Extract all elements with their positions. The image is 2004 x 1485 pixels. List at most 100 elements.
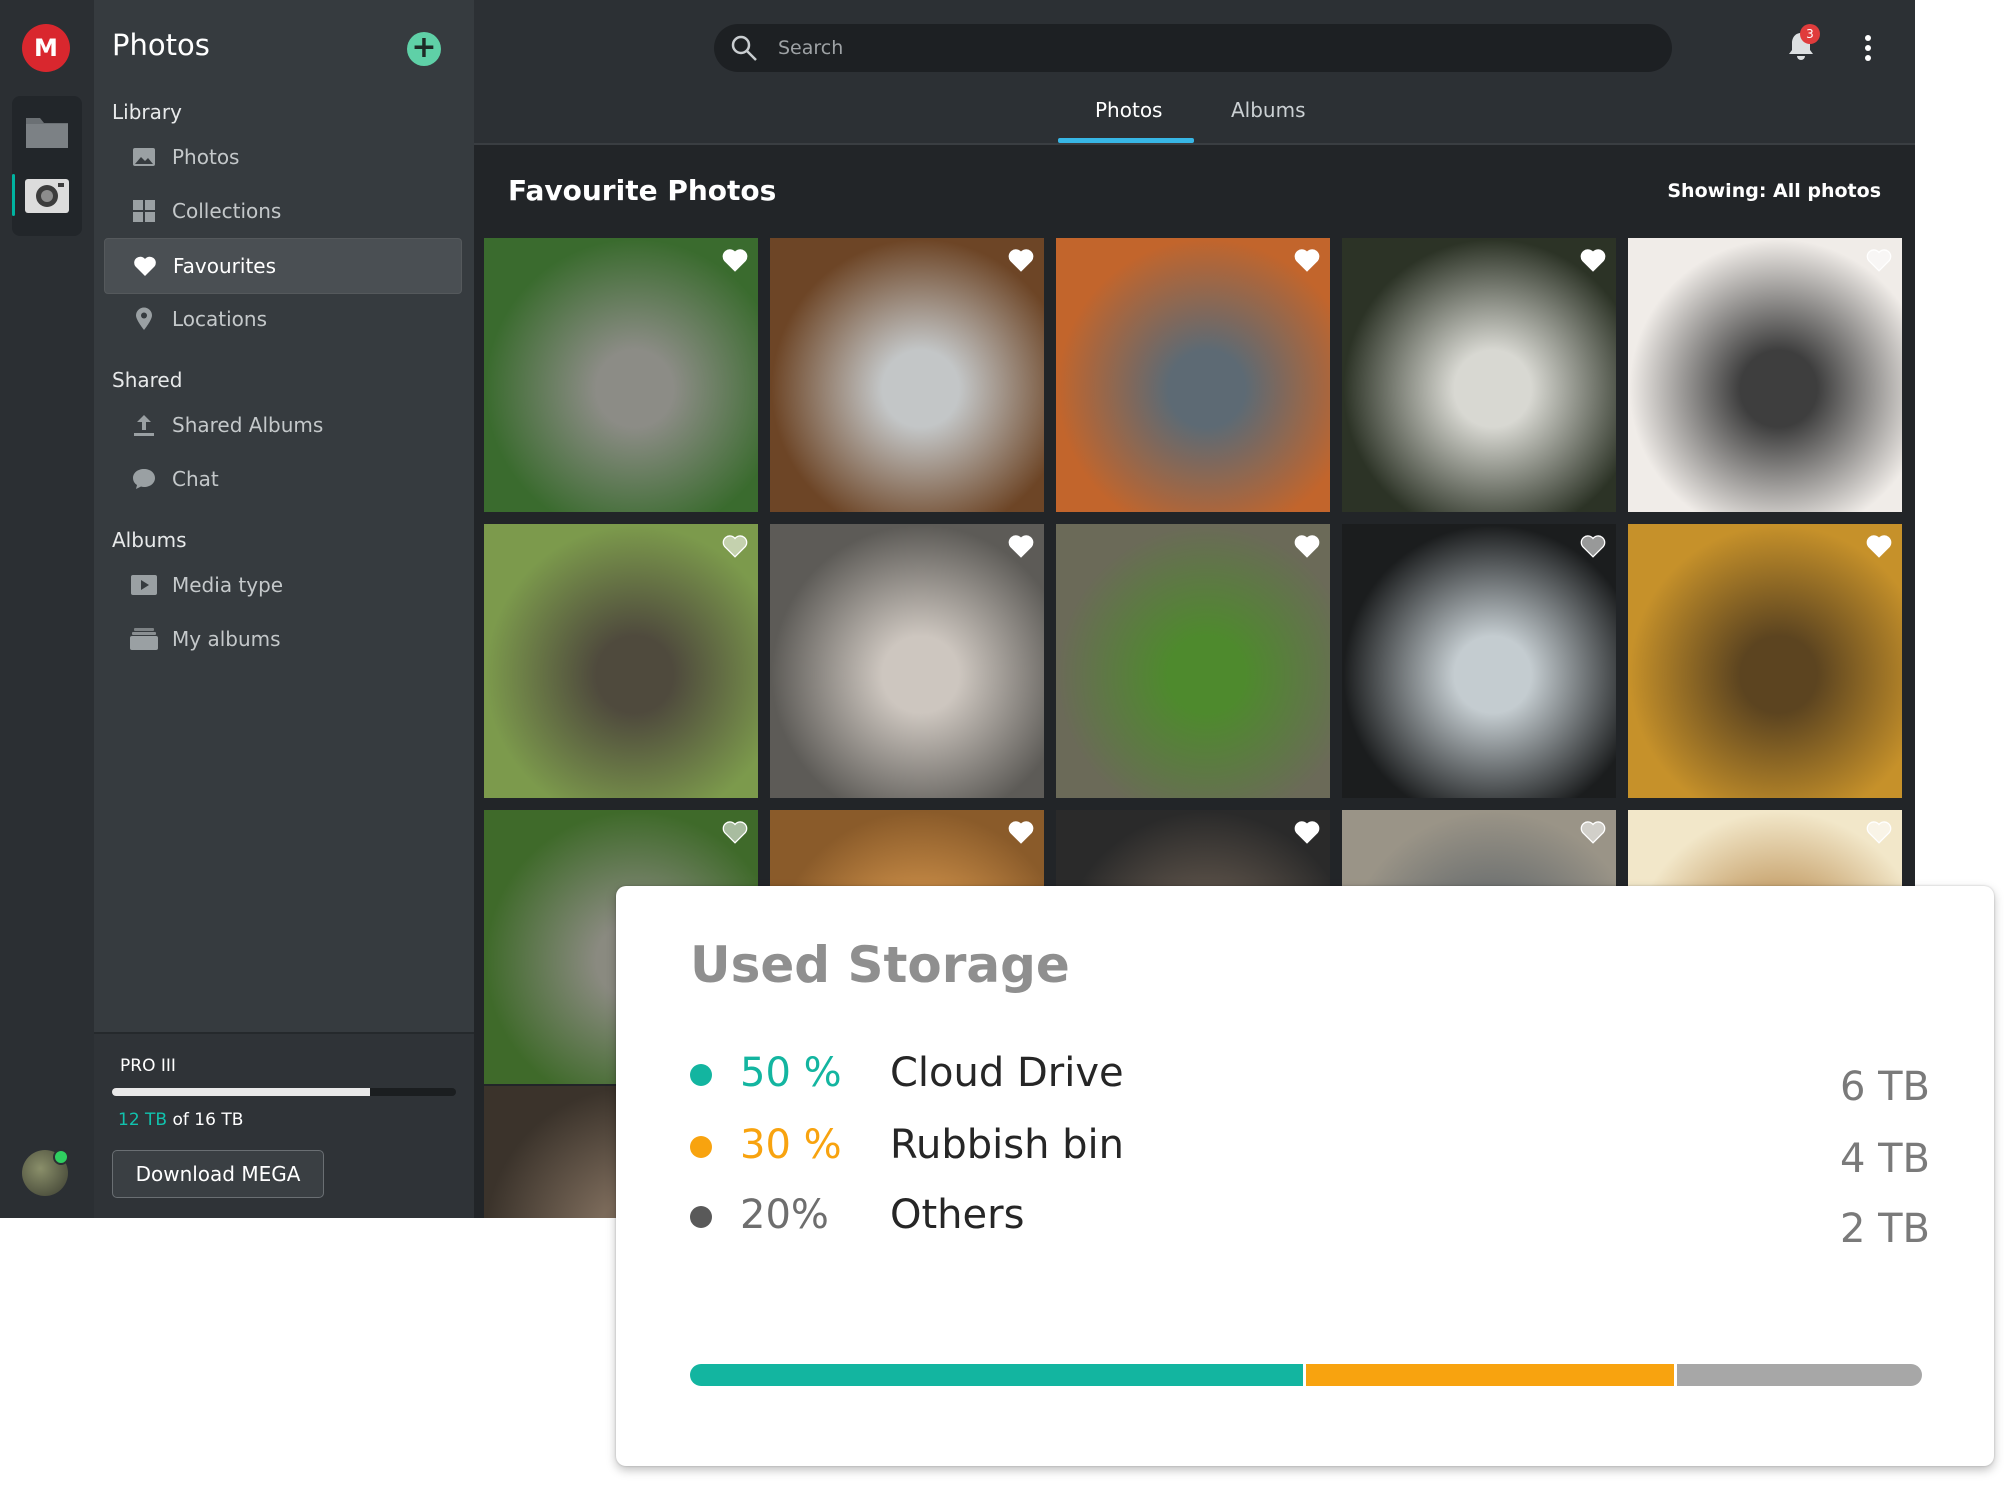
- sidebar-item-label: Chat: [172, 467, 219, 491]
- sidebar-item-label: Shared Albums: [172, 413, 324, 437]
- grid-icon: [130, 197, 158, 225]
- storage-size: 6 TB: [1839, 1064, 1930, 1110]
- photo-tile[interactable]: [770, 524, 1044, 798]
- location-pin-icon: [130, 305, 158, 333]
- plan-used: 12 TB: [118, 1110, 168, 1130]
- storage-size: 4 TB: [1839, 1136, 1930, 1182]
- favourite-heart-icon[interactable]: [1294, 534, 1320, 562]
- storage-size: 2 TB: [1839, 1206, 1930, 1252]
- search-input[interactable]: Search: [714, 24, 1672, 72]
- storage-label: Cloud Drive: [890, 1050, 1124, 1096]
- favourite-heart-icon[interactable]: [1866, 248, 1892, 276]
- sidebar-item-media-type[interactable]: Media type: [104, 558, 460, 612]
- storage-bar-segment: [690, 1364, 1303, 1386]
- storage-row-rubbish-bin: 30 % Rubbish bin 4 TB: [690, 1112, 1930, 1182]
- sidebar-item-label: My albums: [172, 627, 281, 651]
- favourite-heart-icon[interactable]: [1580, 534, 1606, 562]
- storage-label: Others: [890, 1192, 1025, 1238]
- used-storage-card: Used Storage 50 % Cloud Drive 6 TB 30 % …: [616, 886, 1994, 1466]
- download-mega-button[interactable]: Download MEGA: [112, 1150, 324, 1198]
- user-avatar[interactable]: [22, 1149, 69, 1196]
- storage-label: Rubbish bin: [890, 1122, 1125, 1168]
- favourite-heart-icon[interactable]: [1294, 248, 1320, 276]
- section-shared: Shared: [112, 368, 183, 392]
- sidebar-item-label: Photos: [172, 145, 240, 169]
- favourite-heart-icon[interactable]: [1580, 248, 1606, 276]
- storage-title: Used Storage: [690, 936, 1070, 994]
- more-vertical-icon[interactable]: [1864, 34, 1872, 66]
- favourite-heart-icon[interactable]: [1008, 248, 1034, 276]
- sidebar-item-photos[interactable]: Photos: [104, 130, 460, 184]
- storage-percent: 20%: [740, 1192, 829, 1238]
- storage-percent: 50 %: [740, 1050, 842, 1096]
- plan-usage-bar: [112, 1088, 456, 1096]
- tab-photos[interactable]: Photos: [1095, 98, 1162, 122]
- heart-icon: [131, 252, 159, 280]
- photo-tile[interactable]: [1628, 524, 1902, 798]
- storage-row-others: 20% Others 2 TB: [690, 1182, 1930, 1252]
- sidebar-item-collections[interactable]: Collections: [104, 184, 460, 238]
- showing-filter[interactable]: Showing: All photos: [1667, 180, 1881, 202]
- favourite-heart-icon[interactable]: [1008, 534, 1034, 562]
- photo-tile[interactable]: [1342, 238, 1616, 512]
- photo-tile[interactable]: [1056, 238, 1330, 512]
- photo-tile[interactable]: [484, 238, 758, 512]
- sidebar-item-shared-albums[interactable]: Shared Albums: [104, 398, 460, 452]
- section-albums: Albums: [112, 528, 187, 552]
- sidebar-item-my-albums[interactable]: My albums: [104, 612, 460, 666]
- storage-bar-segment: [1673, 1364, 1922, 1386]
- add-plus-icon[interactable]: +: [407, 32, 441, 66]
- favourite-heart-icon[interactable]: [722, 820, 748, 848]
- app-rail: M: [0, 0, 94, 1218]
- sidebar-item-label: Media type: [172, 573, 284, 597]
- sidebar-item-label: Favourites: [173, 254, 277, 278]
- favourite-heart-icon[interactable]: [1008, 820, 1034, 848]
- plan-total: of 16 TB: [167, 1110, 244, 1130]
- sidebar-item-label: Collections: [172, 199, 282, 223]
- photos-camera-icon[interactable]: [12, 168, 74, 222]
- photo-tile[interactable]: [484, 524, 758, 798]
- cloud-drive-folder-icon[interactable]: [20, 104, 74, 158]
- search-placeholder: Search: [778, 37, 844, 59]
- active-tab-indicator: [1058, 138, 1194, 143]
- tab-albums[interactable]: Albums: [1231, 98, 1306, 122]
- mega-logo[interactable]: M: [22, 24, 70, 72]
- sidebar-item-chat[interactable]: Chat: [104, 452, 460, 506]
- section-library: Library: [112, 100, 182, 124]
- storage-breakdown-bar: [690, 1364, 1922, 1386]
- favourite-heart-icon[interactable]: [1866, 534, 1892, 562]
- sidebar-title: Photos: [112, 28, 210, 62]
- legend-dot: [690, 1064, 712, 1086]
- legend-dot: [690, 1206, 712, 1228]
- favourite-heart-icon[interactable]: [1580, 820, 1606, 848]
- upload-icon: [130, 411, 158, 439]
- notification-count-badge: 3: [1800, 24, 1820, 44]
- photo-tile[interactable]: [1342, 524, 1616, 798]
- sidebar-item-label: Locations: [172, 307, 268, 331]
- storage-bar-segment: [1303, 1364, 1674, 1386]
- photo-tile[interactable]: [1628, 238, 1902, 512]
- favourite-heart-icon[interactable]: [722, 248, 748, 276]
- storage-percent: 30 %: [740, 1122, 842, 1168]
- online-status-dot: [53, 1149, 69, 1165]
- storage-row-cloud-drive: 50 % Cloud Drive 6 TB: [690, 1040, 1930, 1110]
- plan-name: PRO III: [120, 1056, 176, 1076]
- play-icon: [130, 571, 158, 599]
- rail-app-switcher: [12, 96, 82, 236]
- favourite-heart-icon[interactable]: [1294, 820, 1320, 848]
- page-title: Favourite Photos: [508, 174, 777, 207]
- top-bar: Search 3 Photos Albums: [474, 0, 1915, 145]
- storage-plan-panel: PRO III 12 TB of 16 TB Download MEGA: [94, 1032, 474, 1218]
- plan-usage-text: 12 TB of 16 TB: [118, 1110, 243, 1130]
- sidebar-item-locations[interactable]: Locations: [104, 292, 460, 346]
- photo-tile[interactable]: [1056, 524, 1330, 798]
- legend-dot: [690, 1136, 712, 1158]
- search-icon: [730, 34, 758, 66]
- photo-tile[interactable]: [770, 238, 1044, 512]
- image-icon: [130, 143, 158, 171]
- stack-icon: [130, 625, 158, 653]
- favourite-heart-icon[interactable]: [722, 534, 748, 562]
- sidebar-item-favourites[interactable]: Favourites: [104, 238, 462, 294]
- favourite-heart-icon[interactable]: [1866, 820, 1892, 848]
- plan-usage-fill: [112, 1088, 370, 1096]
